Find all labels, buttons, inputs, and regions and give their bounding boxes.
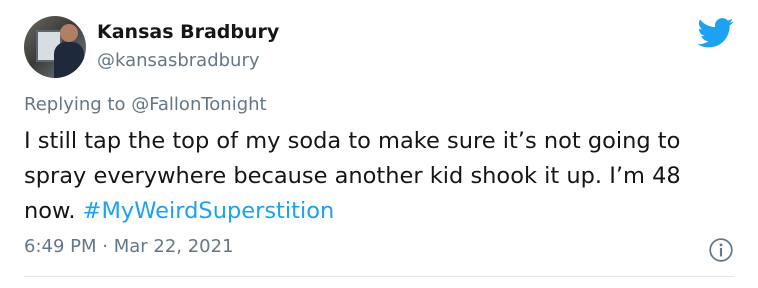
hashtag-link[interactable]: #MyWeirdSuperstition	[83, 198, 335, 224]
reply-context: Replying to @FallonTonight	[24, 94, 267, 115]
avatar[interactable]	[24, 16, 86, 78]
info-icon[interactable]	[708, 237, 734, 263]
reply-prefix: Replying to	[24, 94, 132, 115]
reply-mention-link[interactable]: @FallonTonight	[131, 94, 266, 115]
author-name[interactable]: Kansas Bradbury	[97, 21, 279, 43]
twitter-bird-icon[interactable]	[698, 18, 734, 48]
avatar-head	[60, 24, 78, 42]
timestamp[interactable]: 6:49 PM · Mar 22, 2021	[24, 236, 234, 257]
bottom-divider	[24, 276, 734, 277]
tweet-text: I still tap the top of my soda to make s…	[24, 124, 724, 229]
tweet-card: Kansas Bradbury @kansasbradbury Replying…	[0, 0, 758, 288]
avatar-body	[54, 42, 84, 78]
author-handle[interactable]: @kansasbradbury	[97, 50, 260, 71]
